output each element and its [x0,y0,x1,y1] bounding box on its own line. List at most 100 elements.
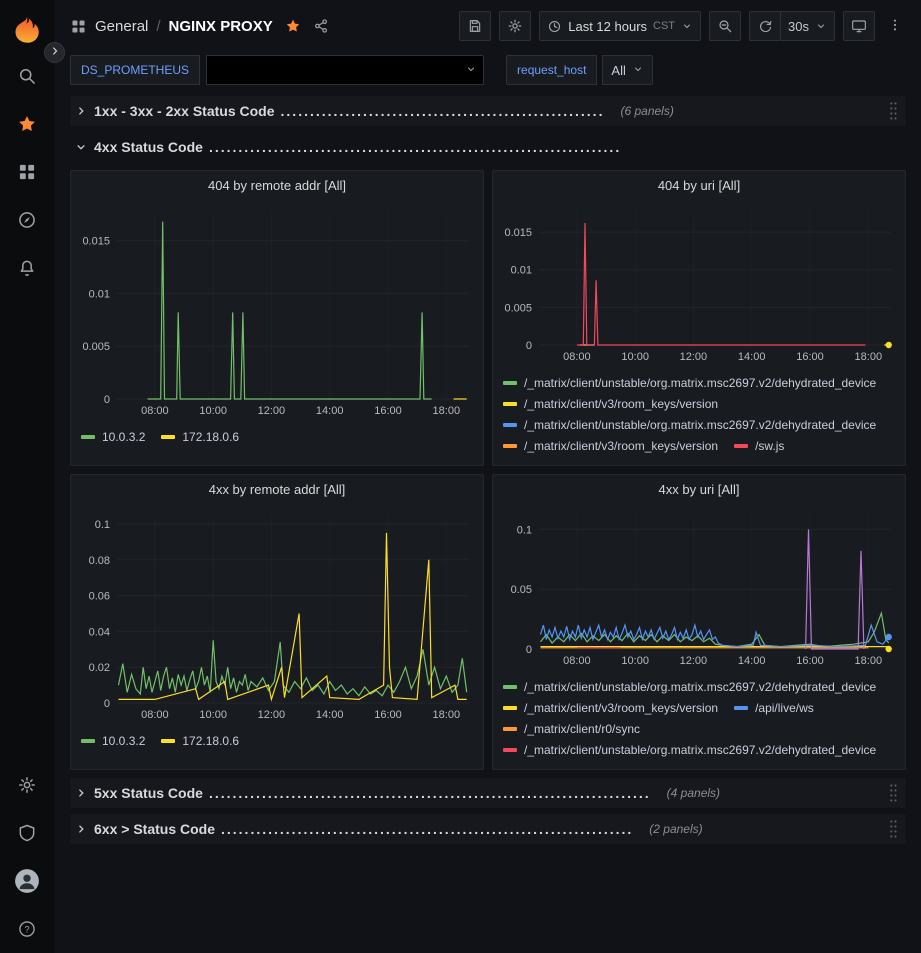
svg-text:0.005: 0.005 [82,341,110,353]
kebab-icon [887,17,903,36]
row-title: 1xx - 3xx - 2xx Status Code [94,103,275,119]
panel-title[interactable]: 404 by remote addr [All] [71,171,483,201]
panel-404-by-remote-addr: 404 by remote addr [All] 08:0010:0012:00… [70,170,484,466]
save-dashboard-button[interactable] [459,11,491,41]
breadcrumb-separator: / [156,18,160,35]
chart-plot-area[interactable]: 08:0010:0012:0014:0016:0018:0000.0050.01… [71,201,483,419]
kebab-menu-button[interactable] [883,17,907,36]
legend-item[interactable]: 172.18.0.6 [161,731,239,752]
favorite-star-button[interactable] [285,18,301,34]
legend-item[interactable]: 10.0.3.2 [81,427,145,448]
sidebar-item-dashboards[interactable] [0,148,54,196]
legend-color-swatch [503,444,517,448]
chart-legend: /_matrix/client/unstable/org.matrix.msc2… [493,669,905,769]
sidebar-item-profile[interactable] [0,857,54,905]
legend-item[interactable]: /api/live/ws [734,698,814,719]
svg-text:0: 0 [104,394,110,406]
legend-color-swatch [81,739,95,743]
legend-color-swatch [734,706,748,710]
svg-text:0.05: 0.05 [511,584,532,596]
panel-title[interactable]: 404 by uri [All] [493,171,905,201]
dashboard-row-6xx[interactable]: 6xx > Status Code ......................… [70,814,906,844]
time-zoom-out-button[interactable] [709,11,741,41]
legend-item[interactable]: /_matrix/client/v3/room_keys/version [503,394,718,415]
grafana-app: ? General / NGINX PROXY [0,0,921,953]
svg-text:0.1: 0.1 [95,519,110,531]
sidebar-item-explore[interactable] [0,196,54,244]
legend-item[interactable]: /_matrix/client/r0/sync [503,719,640,740]
variable-ds-prometheus-select[interactable] [206,55,484,85]
legend-color-swatch [161,739,175,743]
variable-ds-prometheus-label[interactable]: DS_PROMETHEUS [70,55,200,85]
svg-text:08:00: 08:00 [141,709,169,721]
dashboard-variables-bar: DS_PROMETHEUS request_host All [54,52,921,88]
chart-plot-area[interactable]: 08:0010:0012:0014:0016:0018:0000.0050.01… [493,201,905,365]
svg-text:0.015: 0.015 [82,236,110,248]
legend-label: 172.18.0.6 [182,734,239,748]
sidebar-item-starred[interactable] [0,100,54,148]
svg-text:14:00: 14:00 [738,655,766,667]
legend-color-swatch [734,444,748,448]
row-drag-handle[interactable] [886,816,900,842]
legend-item[interactable]: /_matrix/client/unstable/org.matrix.msc2… [503,373,876,394]
row-drag-handle[interactable] [886,98,900,124]
chevron-down-icon [74,140,88,154]
legend-color-swatch [503,727,517,731]
dashboard-row-1xx-3xx-2xx[interactable]: 1xx - 3xx - 2xx Status Code ............… [70,96,906,126]
legend-item[interactable]: /_matrix/client/unstable/org.matrix.msc2… [503,740,876,761]
share-button[interactable] [313,18,329,34]
sidebar-item-server-admin[interactable] [0,809,54,857]
legend-item[interactable]: /_matrix/client/unstable/org.matrix.msc2… [503,677,876,698]
dashboard-row-4xx[interactable]: 4xx Status Code ........................… [70,132,906,162]
legend-label: 10.0.3.2 [102,734,145,748]
variable-request-host-label[interactable]: request_host [506,55,597,85]
variable-request-host-value: All [611,63,625,78]
sidebar-expand-button[interactable] [44,42,65,63]
chart-plot-area[interactable]: 08:0010:0012:0014:0016:0018:0000.050.1 [493,505,905,669]
dashboard-row-5xx[interactable]: 5xx Status Code ........................… [70,778,906,808]
sidebar-item-alerting[interactable] [0,244,54,292]
breadcrumb-section[interactable]: General [95,18,148,35]
svg-text:12:00: 12:00 [680,655,708,667]
svg-text:0: 0 [526,644,532,656]
refresh-button[interactable] [749,11,781,41]
row-drag-handle[interactable] [886,780,900,806]
svg-text:18:00: 18:00 [433,405,461,417]
legend-label: /_matrix/client/v3/room_keys/version [524,439,718,453]
legend-label: /_matrix/client/unstable/org.matrix.msc2… [524,418,876,432]
bell-icon [17,258,37,278]
svg-text:0.005: 0.005 [504,302,532,314]
legend-label: 10.0.3.2 [102,430,145,444]
time-range-picker[interactable]: Last 12 hours CST [539,11,701,41]
svg-text:08:00: 08:00 [563,351,591,363]
legend-label: /_matrix/client/r0/sync [524,722,640,736]
cycle-view-mode-button[interactable] [843,11,875,41]
breadcrumb-dashboard-title[interactable]: NGINX PROXY [169,18,273,35]
legend-item[interactable]: 172.18.0.6 [161,427,239,448]
svg-text:14:00: 14:00 [738,351,766,363]
legend-item[interactable]: /_matrix/client/unstable/org.matrix.msc2… [503,415,876,436]
row-panel-count: (6 panels) [620,104,673,118]
legend-item[interactable]: 10.0.3.2 [81,731,145,752]
legend-item[interactable]: /_matrix/client/v3/room_keys/version [503,698,718,719]
chevron-down-icon [465,63,477,78]
row-title: 6xx > Status Code [94,821,215,837]
svg-text:0.04: 0.04 [89,626,110,638]
dashboard-settings-button[interactable] [499,11,531,41]
legend-item[interactable]: /sw.js [734,436,784,457]
variable-request-host-select[interactable]: All [602,55,652,85]
panel-title[interactable]: 4xx by uri [All] [493,475,905,505]
legend-item[interactable]: /_matrix/client/v3/room_keys/version [503,436,718,457]
svg-text:10:00: 10:00 [199,709,227,721]
panel-title[interactable]: 4xx by remote addr [All] [71,475,483,505]
svg-text:10:00: 10:00 [621,655,649,667]
refresh-interval-value: 30s [788,19,809,34]
chart-plot-area[interactable]: 08:0010:0012:0014:0016:0018:0000.020.040… [71,505,483,723]
svg-text:10:00: 10:00 [199,405,227,417]
save-icon [467,18,483,34]
refresh-interval-dropdown[interactable]: 30s [780,11,835,41]
sidebar-item-configuration[interactable] [0,761,54,809]
svg-text:14:00: 14:00 [316,405,344,417]
help-icon: ? [17,919,37,939]
sidebar-item-help[interactable]: ? [0,905,54,953]
